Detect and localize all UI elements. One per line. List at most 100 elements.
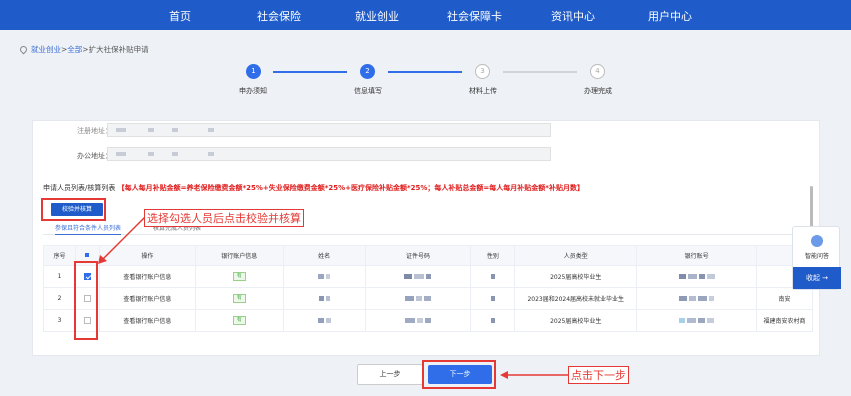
subsidy-formula: 【每人每月补贴金额=养老保险缴费金额*25%+失业保险缴费金额*25%+医疗保险… [117, 184, 584, 192]
redacted-id [415, 296, 422, 301]
checkbox-column-highlight [74, 261, 98, 340]
col-gender: 性别 [470, 245, 516, 266]
top-nav-bar: 首页 社会保险 就业创业 社会保障卡 资讯中心 用户中心 [0, 0, 851, 30]
row-index: 1 [43, 265, 76, 288]
redacted-account [707, 318, 715, 323]
step-4-label: 办理完成 [584, 87, 612, 95]
applicant-table: 序号 操作 银行账户信息 姓名 证件号码 性别 人员类型 银行账号 1 查看银行… [43, 245, 813, 332]
view-bank-info-link[interactable]: 查看银行账户信息 [98, 287, 196, 310]
bank-account-cell [636, 309, 757, 332]
redacted-gender [490, 274, 495, 279]
gender-cell [470, 309, 516, 332]
redacted-id [423, 296, 431, 301]
redacted-account [689, 296, 697, 301]
location-pin-icon [18, 44, 29, 55]
office-address-field [107, 147, 551, 161]
redacted-text [208, 152, 214, 156]
redacted-gender [490, 296, 495, 301]
redacted-account [698, 296, 708, 301]
annotation-arrow [98, 215, 147, 264]
annotation-next-step: 点击下一步 [568, 366, 629, 384]
redacted-account [679, 296, 688, 301]
step-4-circle: 4 [590, 64, 605, 79]
breadcrumb-employment-link[interactable]: 就业创业 [31, 45, 61, 54]
robot-icon [811, 235, 823, 247]
bank-info-tag: 有 [232, 272, 246, 281]
bank-info-cell: 有 [194, 287, 284, 310]
bank-name-cell: 南安 [756, 287, 813, 310]
redacted-text [208, 128, 214, 132]
id-cell [364, 265, 472, 288]
redacted-account [687, 318, 697, 323]
col-id-number: 证件号码 [364, 245, 472, 266]
progress-steps: 1 2 3 4 申办须知 信息填写 材料上传 办理完成 [0, 60, 851, 100]
step-connector [503, 71, 577, 73]
name-cell [282, 309, 366, 332]
redacted-name [318, 274, 325, 279]
step-2-circle: 2 [360, 64, 375, 79]
col-bank-info: 银行账户信息 [194, 245, 284, 266]
nav-social-security-card[interactable]: 社会保障卡 [447, 8, 502, 24]
bank-info-tag: 有 [232, 316, 246, 325]
bank-info-cell: 有 [194, 309, 284, 332]
redacted-account [698, 274, 705, 279]
step-2-label: 信息填写 [354, 87, 382, 95]
id-cell [364, 287, 472, 310]
previous-step-button[interactable]: 上一步 [357, 364, 423, 385]
bank-account-cell [636, 265, 757, 288]
annotation-select-verify: 选择勾选人员后点击校验并核算 [144, 209, 304, 227]
person-type-cell: 2025届高校毕业生 [514, 309, 638, 332]
registered-address-field [107, 123, 551, 137]
bank-info-cell: 有 [194, 265, 284, 288]
step-connector [388, 71, 462, 73]
redacted-name [318, 296, 324, 301]
redacted-account [687, 274, 697, 279]
redacted-name [317, 318, 324, 323]
nav-social-insurance[interactable]: 社会保险 [257, 8, 301, 24]
redacted-name [326, 274, 331, 279]
view-bank-info-link[interactable]: 查看银行账户信息 [98, 309, 196, 332]
breadcrumb-current: 扩大社保补贴申请 [88, 45, 149, 54]
redacted-account [709, 296, 715, 301]
table-row: 3 查看银行账户信息 有 2025届高校毕业生 福建南安农村商 [43, 309, 813, 332]
gender-cell [470, 287, 516, 310]
redacted-name [325, 318, 331, 323]
redacted-id [426, 274, 432, 279]
redacted-text [172, 152, 178, 156]
redacted-id [404, 274, 413, 279]
redacted-text [148, 152, 154, 156]
redacted-id [414, 274, 425, 279]
step-connector [273, 71, 347, 73]
table-row: 1 查看银行账户信息 有 2025届高校毕业生 [43, 265, 813, 288]
nav-employment[interactable]: 就业创业 [355, 8, 399, 24]
bank-account-cell [636, 287, 757, 310]
row-index: 3 [43, 309, 76, 332]
nav-user-center[interactable]: 用户中心 [648, 8, 692, 24]
nav-news-center[interactable]: 资讯中心 [551, 8, 595, 24]
annotation-arrow [500, 371, 568, 379]
redacted-text [116, 128, 126, 132]
redacted-account [698, 318, 706, 323]
table-row: 2 查看银行账户信息 有 2023届和2024届高校未就业毕业生 南安 [43, 287, 813, 310]
col-name: 姓名 [282, 245, 366, 266]
redacted-name [325, 296, 330, 301]
requirement-line: 申请人员列表/核算列表 【每人每月补贴金额=养老保险缴费金额*25%+失业保险缴… [43, 183, 584, 193]
select-all-checkbox[interactable] [85, 253, 90, 257]
gender-cell [470, 265, 516, 288]
breadcrumb: 就业创业>全部>扩大社保补贴申请 [18, 44, 149, 55]
breadcrumb-all-link[interactable]: 全部 [67, 45, 82, 54]
step-1-circle: 1 [246, 64, 261, 79]
name-cell [282, 265, 366, 288]
person-type-cell: 2025届高校毕业生 [514, 265, 638, 288]
redacted-text [172, 128, 178, 132]
step-3-label: 材料上传 [469, 87, 497, 95]
list-title: 申请人员列表/核算列表 [43, 184, 116, 192]
redacted-id [404, 318, 415, 323]
next-step-button[interactable]: 下一步 [428, 365, 492, 384]
redacted-account [678, 274, 686, 279]
step-3-circle: 3 [475, 64, 490, 79]
view-bank-info-link[interactable]: 查看银行账户信息 [98, 265, 196, 288]
nav-home[interactable]: 首页 [169, 8, 191, 24]
smart-qa-widget[interactable]: 智能问答 收起 → [792, 226, 841, 290]
collapse-button[interactable]: 收起 → [793, 267, 841, 289]
